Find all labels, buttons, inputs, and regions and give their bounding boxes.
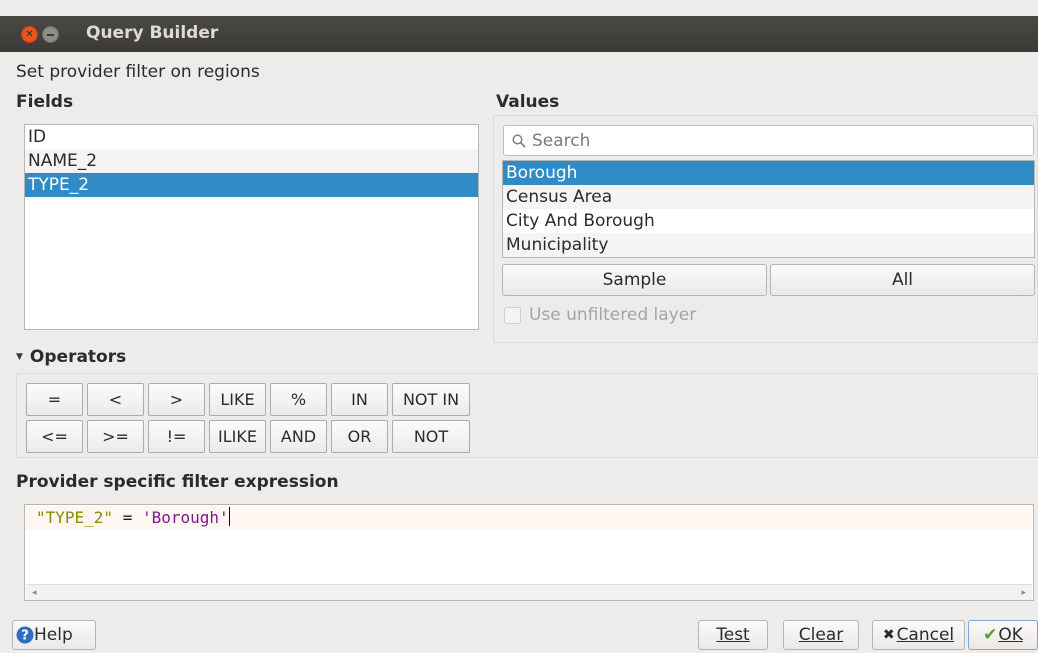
values-list[interactable]: Borough Census Area City And Borough Mun… (502, 160, 1035, 258)
ok-label: OK (998, 625, 1023, 645)
unfiltered-label: Use unfiltered layer (529, 305, 697, 325)
operator-not-equal-button[interactable]: != (148, 420, 205, 453)
ok-button[interactable]: ✔ OK (968, 620, 1038, 650)
field-item-name-2[interactable]: NAME_2 (25, 149, 478, 173)
scroll-right-icon[interactable]: ▸ (1021, 588, 1026, 598)
operator-not-in-button[interactable]: NOT IN (392, 383, 470, 416)
fields-heading: Fields (16, 92, 74, 112)
collapse-arrow-icon[interactable]: ▼ (16, 352, 23, 362)
use-unfiltered-layer-checkbox[interactable]: Use unfiltered layer (504, 305, 696, 325)
operator-greater-than-button[interactable]: > (148, 383, 205, 416)
field-item-type-2[interactable]: TYPE_2 (25, 173, 478, 197)
operators-header[interactable]: ▼ Operators (16, 347, 126, 367)
operator-percent-button[interactable]: % (270, 383, 327, 416)
cancel-label: Cancel (896, 625, 955, 645)
fields-list[interactable]: ID NAME_2 TYPE_2 (24, 124, 479, 330)
operator-less-equal-button[interactable]: <= (26, 420, 83, 453)
operators-heading: Operators (29, 347, 127, 367)
operator-in-button[interactable]: IN (331, 383, 388, 416)
help-label: Help (34, 625, 73, 645)
value-item-census-area[interactable]: Census Area (503, 185, 1034, 209)
expression-field-token: "TYPE_2" (36, 508, 114, 527)
operator-less-than-button[interactable]: < (87, 383, 144, 416)
operator-not-button[interactable]: NOT (392, 420, 470, 453)
minimize-window-button[interactable] (42, 26, 59, 43)
expression-value-token: 'Borough' (141, 508, 229, 527)
help-icon: ? (16, 626, 34, 644)
expression-heading: Provider specific filter expression (16, 472, 339, 492)
sample-button[interactable]: Sample (502, 264, 767, 296)
test-button[interactable]: Test (698, 620, 768, 650)
window-title: Query Builder (86, 23, 219, 43)
operator-and-button[interactable]: AND (270, 420, 327, 453)
scroll-left-icon[interactable]: ◂ (32, 588, 37, 598)
dialog-description: Set provider filter on regions (16, 62, 260, 82)
value-item-borough[interactable]: Borough (503, 161, 1034, 185)
svg-text:?: ? (21, 629, 29, 644)
search-icon (512, 133, 526, 148)
operator-like-button[interactable]: LIKE (209, 383, 266, 416)
operator-or-button[interactable]: OR (331, 420, 388, 453)
text-caret (228, 507, 230, 526)
expression-operator-token: = (113, 508, 142, 527)
operator-equals-button[interactable]: = (26, 383, 83, 416)
value-item-city-and-borough[interactable]: City And Borough (503, 209, 1034, 233)
unfiltered-checkbox-box[interactable] (504, 306, 521, 324)
all-button[interactable]: All (770, 264, 1035, 296)
values-search-input[interactable]: Search (503, 125, 1034, 156)
clear-label: Clear (798, 625, 844, 645)
checkmark-icon: ✔ (983, 625, 998, 645)
close-window-button[interactable]: ✕ (21, 26, 38, 43)
search-placeholder: Search (532, 130, 591, 151)
expression-line[interactable]: "TYPE_2" = 'Borough' (26, 506, 1032, 530)
cancel-icon: ✖ (882, 627, 895, 643)
value-item-municipality[interactable]: Municipality (503, 233, 1034, 257)
cancel-button[interactable]: ✖ Cancel (872, 620, 965, 650)
clear-button[interactable]: Clear (783, 620, 859, 650)
values-heading: Values (496, 92, 560, 112)
test-label: Test (716, 625, 750, 645)
window-titlebar: ✕ Query Builder (0, 16, 1038, 52)
help-button[interactable]: ? Help (12, 620, 96, 650)
expression-horizontal-scrollbar[interactable]: ◂ ▸ (26, 584, 1032, 600)
operator-greater-equal-button[interactable]: >= (87, 420, 144, 453)
field-item-id[interactable]: ID (25, 125, 478, 149)
operator-ilike-button[interactable]: ILIKE (209, 420, 266, 453)
